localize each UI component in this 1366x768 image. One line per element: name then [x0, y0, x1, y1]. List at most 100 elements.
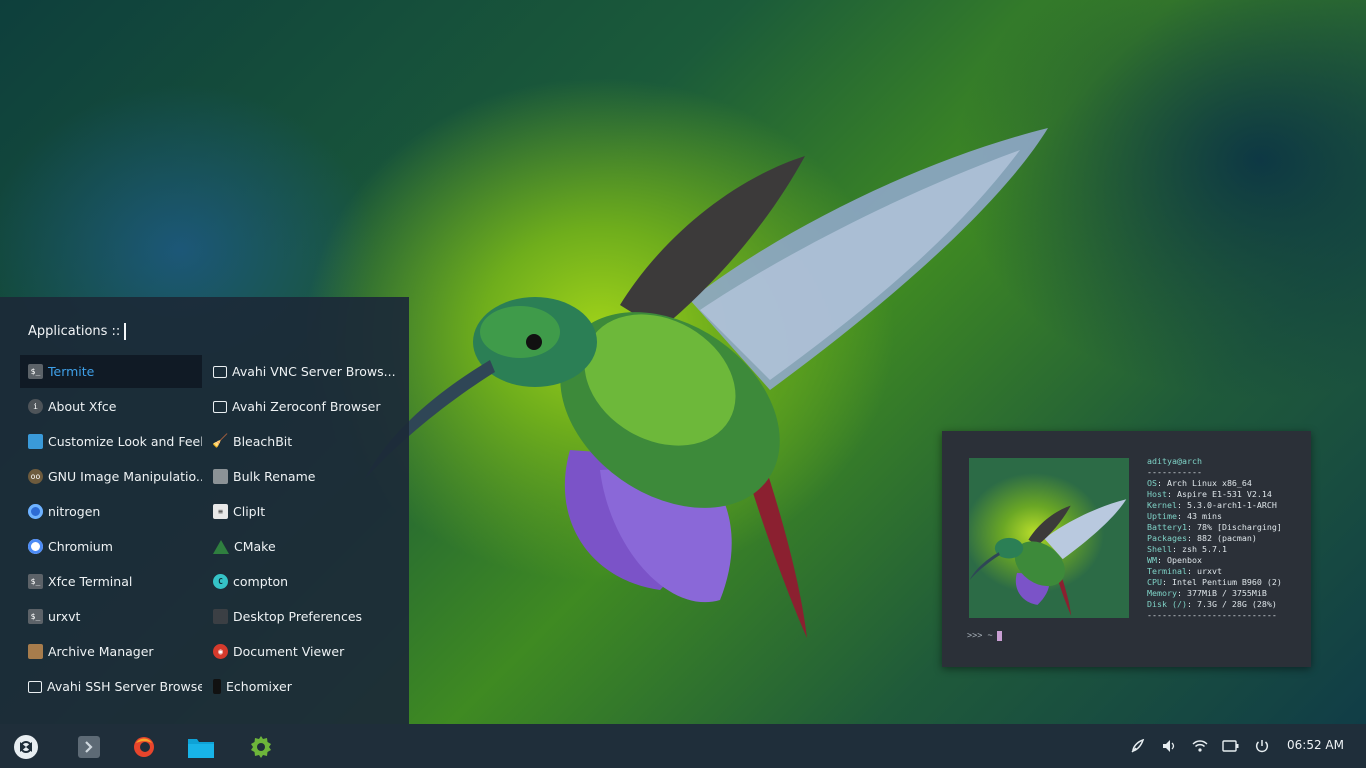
terminal-icon: $_	[28, 574, 43, 589]
menu-item-label: Document Viewer	[233, 644, 345, 659]
menu-item-label: Archive Manager	[48, 644, 154, 659]
menu-item-label: ClipIt	[233, 504, 266, 519]
terminal-launcher-button[interactable]	[76, 734, 102, 760]
mixer-icon	[213, 679, 221, 694]
battery-icon	[1222, 740, 1239, 752]
menu-right-column: Avahi VNC Server Brows... Avahi Zeroconf…	[205, 355, 395, 705]
desktop-icon	[213, 609, 228, 624]
menu-item-echomixer[interactable]: Echomixer	[205, 670, 395, 703]
menu-title: Applications ::	[28, 324, 121, 339]
menu-item-bulk-rename[interactable]: Bulk Rename	[205, 460, 395, 493]
volume-icon	[1163, 740, 1175, 752]
menu-item-label: Avahi SSH Server Browser	[47, 679, 202, 694]
info-kernel: Kernel: 5.3.0-arch1-1-ARCH	[1147, 500, 1277, 510]
separator: -----------	[1147, 467, 1202, 477]
prompt-text: >>> ~	[967, 631, 993, 641]
menu-item-label: compton	[233, 574, 289, 589]
tray-wifi[interactable]	[1191, 737, 1209, 755]
info-disk: Disk (/): 7.3G / 28G (28%)	[1147, 599, 1277, 609]
menu-item-about-xfce[interactable]: i About Xfce	[20, 390, 202, 423]
menu-item-label: Desktop Preferences	[233, 609, 363, 624]
monitor-icon	[28, 680, 42, 693]
chromium-icon	[28, 539, 43, 554]
monitor-icon	[213, 365, 227, 378]
compton-icon: C	[213, 574, 228, 589]
menu-item-document-viewer[interactable]: ◉ Document Viewer	[205, 635, 395, 668]
power-icon	[1255, 740, 1269, 753]
taskbar: 06:52 AM	[0, 724, 1366, 768]
menu-item-label: CMake	[234, 539, 276, 554]
menu-item-avahi-ssh[interactable]: Avahi SSH Server Browser	[20, 670, 202, 703]
neofetch-info: aditya@arch ----------- OS: Arch Linux x…	[1147, 456, 1282, 621]
info-packages: Packages: 882 (pacman)	[1147, 533, 1257, 543]
clipboard-icon: ≡	[213, 504, 228, 519]
tray-power[interactable]	[1253, 737, 1271, 755]
menu-item-chromium[interactable]: Chromium	[20, 530, 202, 563]
menu-item-label: Avahi VNC Server Brows...	[232, 364, 395, 379]
menu-item-gimp[interactable]: oo GNU Image Manipulatio...	[20, 460, 202, 493]
nitrogen-icon	[28, 504, 43, 519]
appearance-icon	[28, 434, 43, 449]
menu-item-label: BleachBit	[233, 434, 293, 449]
terminal-window[interactable]: aditya@arch ----------- OS: Arch Linux x…	[942, 431, 1311, 667]
menu-launcher-button[interactable]	[13, 734, 39, 760]
info-shell: Shell: zsh 5.7.1	[1147, 544, 1227, 554]
monitor-icon	[213, 400, 227, 413]
info-icon: i	[28, 399, 43, 414]
info-uptime: Uptime: 43 mins	[1147, 511, 1222, 521]
menu-item-desktop-preferences[interactable]: Desktop Preferences	[205, 600, 395, 633]
cmake-icon	[213, 539, 229, 554]
menu-item-label: Customize Look and Feel	[48, 434, 202, 449]
files-launcher-button[interactable]	[188, 734, 214, 760]
menu-item-avahi-vnc[interactable]: Avahi VNC Server Brows...	[205, 355, 395, 388]
menu-item-termite[interactable]: $_ Termite	[20, 355, 202, 388]
menu-item-label: Bulk Rename	[233, 469, 316, 484]
shell-prompt[interactable]: >>> ~	[967, 631, 1002, 641]
info-memory: Memory: 377MiB / 3755MiB	[1147, 588, 1267, 598]
info-cpu: CPU: Intel Pentium B960 (2)	[1147, 577, 1282, 587]
rename-icon	[213, 469, 228, 484]
tray-paint[interactable]	[1129, 737, 1147, 755]
menu-item-avahi-zeroconf[interactable]: Avahi Zeroconf Browser	[205, 390, 395, 423]
menu-item-label: GNU Image Manipulatio...	[48, 469, 202, 484]
user-host: aditya@arch	[1147, 456, 1202, 466]
settings-launcher-button[interactable]	[248, 734, 274, 760]
menu-item-cmake[interactable]: CMake	[205, 530, 395, 563]
menu-item-archive-manager[interactable]: Archive Manager	[20, 635, 202, 668]
menu-item-clipit[interactable]: ≡ ClipIt	[205, 495, 395, 528]
info-os: OS: Arch Linux x86_64	[1147, 478, 1252, 488]
terminal-icon	[78, 736, 100, 758]
menu-search-header[interactable]: Applications ::	[28, 323, 127, 340]
menu-item-label: Xfce Terminal	[48, 574, 133, 589]
archive-icon	[28, 644, 43, 659]
clock[interactable]: 06:52 AM	[1287, 738, 1344, 752]
wifi-icon	[1192, 740, 1208, 752]
application-menu: Applications :: $_ Termite i About Xfce …	[0, 297, 409, 724]
broom-icon: 🧹	[212, 434, 229, 449]
settings-icon	[251, 736, 271, 758]
firefox-launcher-button[interactable]	[131, 734, 157, 760]
menu-item-compton[interactable]: C compton	[205, 565, 395, 598]
menu-item-customize-look[interactable]: Customize Look and Feel	[20, 425, 202, 458]
document-viewer-icon: ◉	[213, 644, 228, 659]
paint-icon	[1131, 738, 1145, 753]
tray-battery[interactable]	[1222, 737, 1240, 755]
terminal-icon: $_	[28, 364, 43, 379]
gimp-icon: oo	[28, 469, 43, 484]
info-battery: Battery1: 78% [Discharging]	[1147, 522, 1282, 532]
menu-item-xfce-terminal[interactable]: $_ Xfce Terminal	[20, 565, 202, 598]
menu-item-nitrogen[interactable]: nitrogen	[20, 495, 202, 528]
menu-item-label: Echomixer	[226, 679, 292, 694]
tray-volume[interactable]	[1160, 737, 1178, 755]
bottom-separator: --------------------------	[1147, 610, 1277, 620]
text-cursor	[124, 323, 127, 340]
menu-left-column: $_ Termite i About Xfce Customize Look a…	[20, 355, 202, 705]
terminal-icon: $_	[28, 609, 43, 624]
files-icon	[188, 739, 214, 758]
menu-item-label: Termite	[48, 364, 95, 379]
menu-item-label: Avahi Zeroconf Browser	[232, 399, 381, 414]
menu-item-label: nitrogen	[48, 504, 101, 519]
firefox-icon	[134, 737, 154, 757]
menu-item-urxvt[interactable]: $_ urxvt	[20, 600, 202, 633]
menu-item-bleachbit[interactable]: 🧹 BleachBit	[205, 425, 395, 458]
